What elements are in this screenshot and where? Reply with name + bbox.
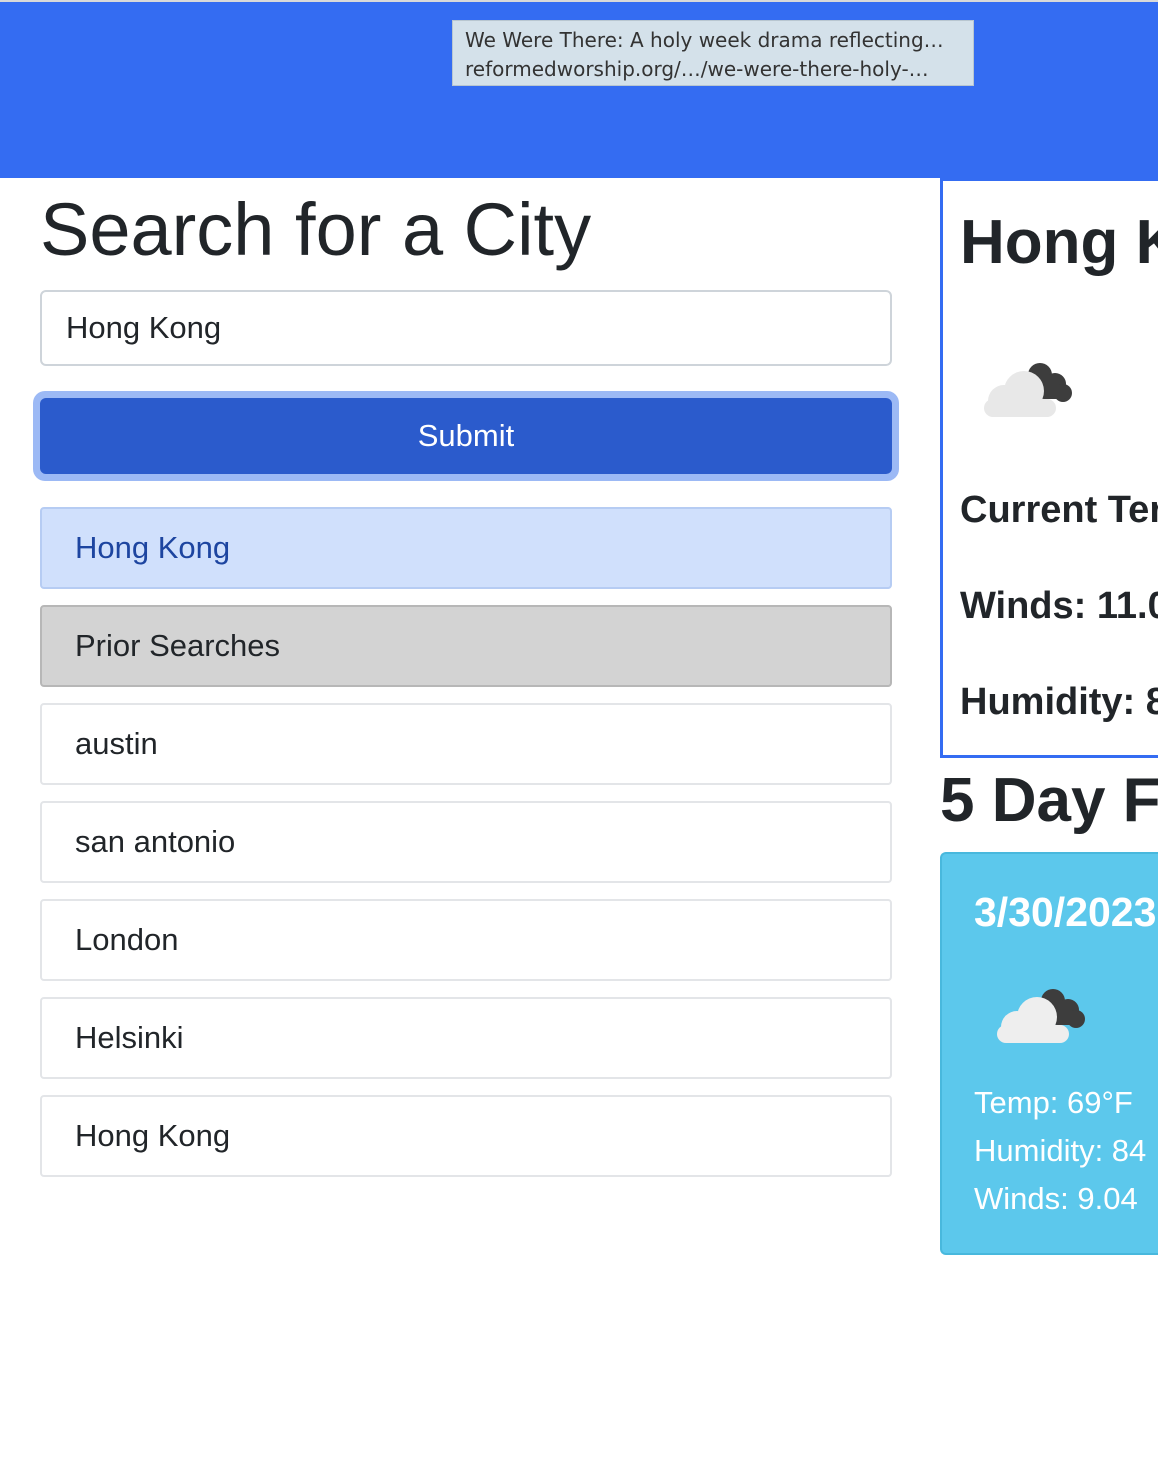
city-search-input[interactable] — [40, 290, 892, 366]
current-weather-card: Hong K Current Ter Winds: 11.0 Humidity:… — [940, 178, 1158, 758]
prior-search-item[interactable]: Hong Kong — [40, 1095, 892, 1177]
prior-search-item[interactable]: austin — [40, 703, 892, 785]
current-winds: Winds: 11.0 — [960, 585, 1158, 627]
current-humidity: Humidity: 8 — [960, 681, 1158, 723]
prior-searches-header: Prior Searches — [40, 605, 892, 687]
forecast-day-card: 3/30/2023 Temp: 69°F Humidity: 84 Winds:… — [940, 852, 1158, 1255]
active-city-item[interactable]: Hong Kong — [40, 507, 892, 589]
submit-button[interactable]: Submit — [40, 398, 892, 474]
broken-clouds-icon — [997, 989, 1085, 1043]
prior-search-item[interactable]: san antonio — [40, 801, 892, 883]
forecast-temp: Temp: 69°F — [974, 1085, 1133, 1120]
link-tooltip: We Were There: A holy week drama reflect… — [452, 20, 974, 86]
forecast-title: 5 Day Fo — [940, 766, 1158, 835]
tooltip-url: reformedworship.org/…/we-were-there-holy… — [465, 57, 929, 81]
broken-clouds-icon — [984, 363, 1072, 417]
forecast-date: 3/30/2023 — [974, 889, 1157, 935]
forecast-humidity: Humidity: 84 — [974, 1133, 1147, 1168]
tooltip-title: We Were There: A holy week drama reflect… — [465, 28, 944, 52]
forecast-winds: Winds: 9.04 — [974, 1181, 1138, 1216]
current-temp: Current Ter — [960, 489, 1158, 531]
search-title: Search for a City — [40, 188, 592, 271]
prior-search-item[interactable]: Helsinki — [40, 997, 892, 1079]
current-city-name: Hong K — [960, 208, 1158, 277]
prior-search-item[interactable]: London — [40, 899, 892, 981]
